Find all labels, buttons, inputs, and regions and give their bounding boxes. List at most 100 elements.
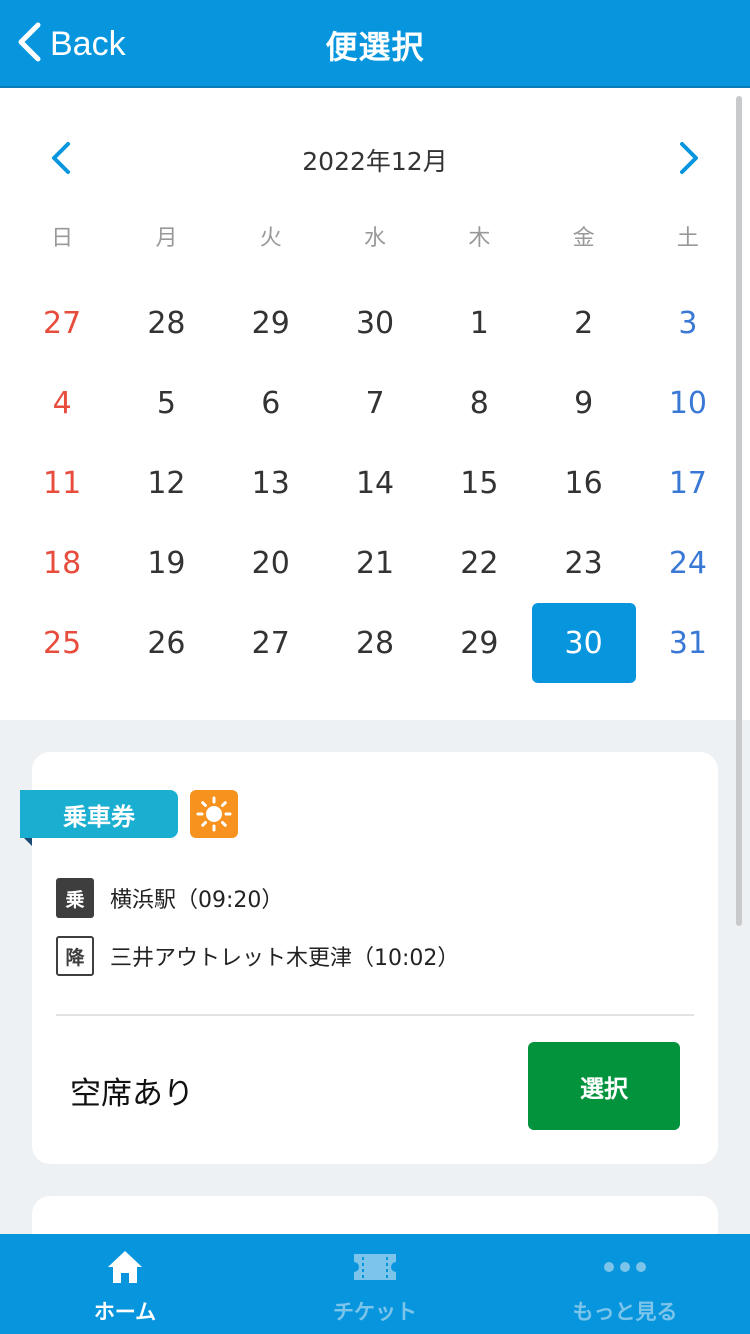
- nav-home[interactable]: ホーム: [0, 1234, 250, 1334]
- calendar-day[interactable]: 4: [10, 363, 114, 443]
- app-root: Back 便選択 2022年12月 日 月 火 水 木 金 土 27 28 29 30…: [0, 0, 750, 1334]
- calendar-day[interactable]: 27: [219, 603, 323, 683]
- calendar-day-number: 10: [668, 385, 708, 421]
- calendar-day-number: 29: [460, 625, 499, 661]
- calendar-day[interactable]: 10: [636, 363, 740, 443]
- nav-ticket[interactable]: チケット: [250, 1234, 500, 1334]
- calendar-day[interactable]: 18: [10, 523, 114, 603]
- calendar-day-number: 11: [43, 465, 82, 501]
- calendar-day-number: 5: [156, 385, 176, 421]
- calendar-day-number: 2: [574, 305, 594, 341]
- calendar-day-number: 9: [574, 385, 594, 421]
- sun-icon: [196, 796, 232, 832]
- calendar-day-number: 28: [355, 625, 395, 661]
- calendar-day-number: 26: [147, 625, 186, 661]
- calendar-day-selected[interactable]: 30: [531, 603, 636, 683]
- calendar-day[interactable]: 12: [114, 443, 218, 523]
- calendar-day[interactable]: 19: [114, 523, 218, 603]
- calendar-day[interactable]: 13: [219, 443, 323, 523]
- calendar-day-number: 30: [531, 603, 636, 683]
- calendar-day[interactable]: 28: [114, 283, 218, 363]
- calendar-day-number: 20: [251, 545, 290, 581]
- weekday-label: 木: [468, 226, 491, 251]
- ticket-type-badge: 乗車券: [20, 790, 178, 838]
- page-title: 便選択: [325, 28, 425, 66]
- weekday-label: 月: [155, 226, 178, 251]
- calendar-day[interactable]: 25: [10, 603, 114, 683]
- home-icon: [0, 1248, 250, 1286]
- calendar-day[interactable]: 29: [219, 283, 323, 363]
- calendar-day-number: 22: [460, 545, 499, 581]
- calendar-day[interactable]: 11: [10, 443, 114, 523]
- calendar-day[interactable]: 16: [531, 443, 635, 523]
- calendar-day-number: 23: [564, 545, 603, 581]
- calendar-day-number: 15: [460, 465, 499, 501]
- calendar-day[interactable]: 24: [636, 523, 740, 603]
- calendar-day-number: 17: [668, 465, 708, 501]
- calendar-day-number: 25: [43, 625, 82, 661]
- calendar-day[interactable]: 21: [323, 523, 427, 603]
- calendar-day-number: 24: [668, 545, 708, 581]
- calendar-nav: 2022年12月: [0, 88, 750, 228]
- calendar-day[interactable]: 6: [219, 363, 323, 443]
- nav-ticket-label: チケット: [333, 1300, 417, 1324]
- calendar-day[interactable]: 1: [427, 283, 531, 363]
- month-label: 2022年12月: [302, 147, 448, 176]
- calendar-day[interactable]: 2: [531, 283, 635, 363]
- availability-status: 空席あり: [70, 1076, 194, 1112]
- calendar-day-number: 13: [251, 465, 290, 501]
- alighting-stop: 降 三井アウトレット木更津（10:02）: [56, 936, 459, 976]
- weekday-label: 火: [259, 226, 282, 251]
- calendar-day[interactable]: 7: [323, 363, 427, 443]
- calendar-day-number: 30: [355, 305, 395, 341]
- calendar-day-number: 16: [564, 465, 603, 501]
- select-button[interactable]: 選択: [528, 1042, 680, 1130]
- calendar-day[interactable]: 28: [323, 603, 427, 683]
- calendar-day[interactable]: 23: [531, 523, 635, 603]
- alight-mark: 降: [56, 936, 94, 976]
- calendar: 2022年12月 日 月 火 水 木 金 土 27 28 29 30 1 2 3 4 5 6 7 8 9…: [0, 88, 750, 720]
- weekday-label: 金: [572, 226, 595, 251]
- calendar-day-number: 18: [43, 545, 82, 581]
- nav-more[interactable]: もっと見る: [500, 1234, 750, 1334]
- calendar-day[interactable]: 9: [531, 363, 635, 443]
- weekday-label: 日: [51, 226, 74, 251]
- calendar-day[interactable]: 22: [427, 523, 531, 603]
- calendar-day[interactable]: 29: [427, 603, 531, 683]
- calendar-day-number: 7: [365, 385, 385, 421]
- calendar-day-number: 21: [355, 545, 395, 581]
- calendar-day-number: 12: [147, 465, 186, 501]
- calendar-day-number: 14: [355, 465, 395, 501]
- calendar-day[interactable]: 8: [427, 363, 531, 443]
- calendar-day[interactable]: 15: [427, 443, 531, 523]
- calendar-day[interactable]: 30: [323, 283, 427, 363]
- calendar-day[interactable]: 14: [323, 443, 427, 523]
- boarding-stop-text: 横浜駅（09:20）: [110, 888, 284, 913]
- weekday-label: 水: [364, 226, 387, 251]
- weekday-header: 日 月 火 水 木 金 土: [10, 220, 740, 252]
- calendar-day[interactable]: 31: [636, 603, 740, 683]
- scrollbar[interactable]: [736, 96, 742, 926]
- nav-home-label: ホーム: [93, 1300, 157, 1324]
- alighting-stop-text: 三井アウトレット木更津（10:02）: [110, 946, 460, 971]
- calendar-days-grid: 27 28 29 30 1 2 3 4 5 6 7 8 9 10 11 12 13 14 15 16 17 18 19 20 2…: [10, 283, 740, 683]
- calendar-day-number: 4: [52, 385, 72, 421]
- bottom-nav: ホーム チケット もっと見る: [0, 1234, 750, 1334]
- calendar-day[interactable]: 20: [219, 523, 323, 603]
- calendar-day-number: 19: [147, 545, 186, 581]
- card-divider: [56, 1014, 694, 1016]
- calendar-day-number: 31: [668, 625, 708, 661]
- calendar-day-number: 3: [678, 305, 698, 341]
- ticket-icon: [250, 1248, 500, 1286]
- calendar-day[interactable]: 27: [10, 283, 114, 363]
- next-month-button[interactable]: [668, 138, 708, 178]
- more-icon: [500, 1248, 750, 1286]
- calendar-day[interactable]: 3: [636, 283, 740, 363]
- nav-more-label: もっと見る: [572, 1300, 678, 1324]
- calendar-day[interactable]: 5: [114, 363, 218, 443]
- calendar-day-number: 8: [469, 385, 489, 421]
- board-mark: 乗: [56, 878, 94, 918]
- calendar-day[interactable]: 26: [114, 603, 218, 683]
- calendar-day[interactable]: 17: [636, 443, 740, 523]
- header-bar: Back 便選択: [0, 0, 750, 88]
